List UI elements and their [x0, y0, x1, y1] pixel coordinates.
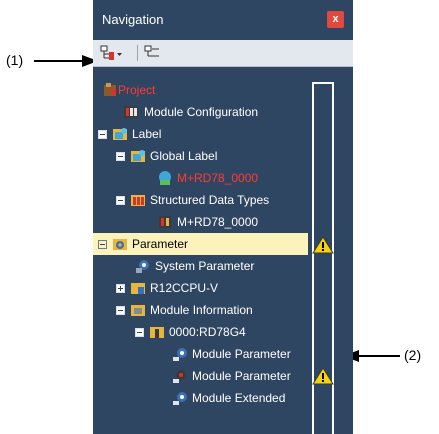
tree-item-label: Module Parameter: [192, 369, 291, 383]
tree-item-label: R12CCPU-V: [150, 281, 219, 295]
label-folder-icon: [131, 150, 145, 162]
tree-item-module-extended[interactable]: Module Extended: [93, 387, 308, 409]
tree-item-label: Project: [118, 83, 156, 97]
global-label-item-icon: [159, 171, 171, 185]
tree-item-label: Global Label: [150, 149, 218, 163]
tree-item-label: Structured Data Types: [150, 193, 270, 207]
scroll-strip: [338, 67, 353, 434]
callout-label-1: (1): [6, 52, 24, 68]
tree-item-label: System Parameter: [155, 259, 255, 273]
collapse-toggle-icon[interactable]: [135, 328, 144, 337]
module-configuration-icon: [124, 106, 138, 118]
parameter-folder-icon: [113, 239, 127, 250]
collapse-toggle-icon[interactable]: [116, 306, 125, 315]
tree-item-module-parameter-2[interactable]: Module Parameter: [93, 365, 308, 387]
collapse-tree-button[interactable]: [143, 44, 165, 62]
label-folder-icon: [113, 128, 127, 140]
tree-item-label: 0000:RD78G4: [169, 325, 246, 339]
tree-item-label: Parameter: [132, 237, 189, 251]
tree-item-module-information[interactable]: Module Information: [93, 299, 308, 321]
tree-item-label: M+RD78_0000: [177, 215, 259, 229]
navigation-panel: Navigation x Project Module Configuratio…: [93, 0, 353, 434]
tree-item-label: M+RD78_0000: [177, 171, 259, 185]
collapse-toggle-icon[interactable]: [98, 240, 107, 249]
tree-item-label: Module Parameter: [192, 347, 291, 361]
tree-item-label: Module Extended: [192, 391, 286, 405]
module-icon: [150, 327, 164, 338]
structured-data-icon: [131, 195, 145, 206]
structured-data-item-icon: [159, 216, 171, 228]
cpu-parameter-icon: [131, 283, 145, 294]
collapse-tree-icon: [144, 45, 159, 57]
collapse-toggle-icon[interactable]: [116, 152, 125, 161]
navigation-toolbar: [93, 40, 353, 67]
close-button[interactable]: x: [327, 11, 344, 28]
project-icon: [104, 83, 116, 96]
module-parameter-icon: [173, 370, 186, 383]
module-extended-icon: [173, 392, 187, 405]
tree-item-r12ccpu-v[interactable]: R12CCPU-V: [93, 277, 308, 299]
tree-item-label: Module Configuration: [144, 105, 259, 119]
tree-view-dropdown-button[interactable]: [99, 44, 122, 62]
tree-item-module-rd78g4[interactable]: 0000:RD78G4: [93, 321, 308, 343]
tree-item-module-parameter-1[interactable]: Module Parameter: [93, 343, 308, 365]
tree-item-global-label[interactable]: Global Label: [93, 145, 308, 167]
module-info-folder-icon: [131, 305, 145, 316]
module-parameter-icon: [173, 348, 187, 361]
toolbar-separator: [137, 45, 138, 61]
navigation-titlebar: Navigation x: [93, 0, 353, 40]
close-icon: x: [332, 13, 339, 25]
collapse-toggle-icon[interactable]: [98, 130, 107, 139]
tree-item-module-configuration[interactable]: Module Configuration: [93, 101, 308, 123]
tree-item-structured-data-entry[interactable]: M+RD78_0000: [93, 211, 308, 233]
tree-item-label-folder[interactable]: Label: [93, 123, 308, 145]
tree-item-label: Module Information: [150, 303, 253, 317]
tree-item-project[interactable]: Project: [93, 79, 308, 101]
tree-item-parameter[interactable]: Parameter: [93, 233, 308, 255]
navigation-title: Navigation: [102, 12, 164, 27]
warning-icon[interactable]: [312, 367, 334, 385]
tree-item-global-label-entry[interactable]: M+RD78_0000: [93, 167, 308, 189]
tree-item-label: Label: [132, 127, 162, 141]
callout-label-2: (2): [404, 347, 422, 363]
system-parameter-icon: [136, 260, 149, 273]
expand-toggle-icon[interactable]: [116, 284, 125, 293]
tree-item-structured-data-types[interactable]: Structured Data Types: [93, 189, 308, 211]
callout-arrow-1: [34, 60, 86, 62]
collapse-toggle-icon[interactable]: [116, 196, 125, 205]
warning-icon[interactable]: [312, 236, 334, 254]
tree-view-dropdown-icon: [100, 45, 122, 60]
tree-item-system-parameter[interactable]: System Parameter: [93, 255, 308, 277]
